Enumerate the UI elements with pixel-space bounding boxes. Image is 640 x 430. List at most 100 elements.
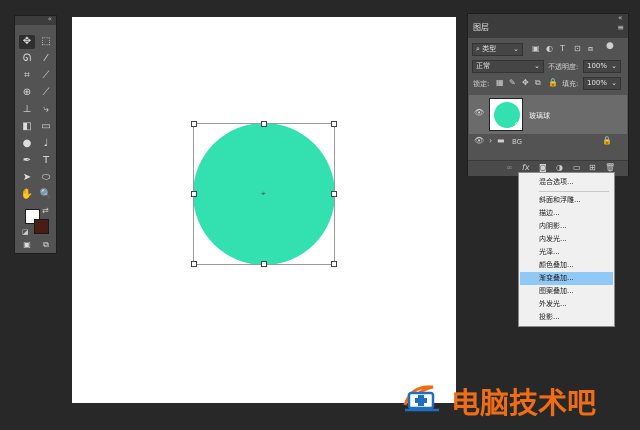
zoom-icon[interactable]: 🔍 [38, 188, 54, 202]
add-mask-icon[interactable]: ◙ [539, 163, 547, 172]
layer-row-glass-ball[interactable]: 👁 ⊡ 玻璃球 [469, 95, 627, 134]
new-layer-icon[interactable]: ⊞ [589, 163, 596, 172]
layer-name[interactable]: BG [512, 138, 522, 146]
blend-mode-value: 正常 [476, 62, 490, 70]
screen-mode-icon[interactable]: ⧉ [38, 238, 54, 252]
menu-item-color-overlay[interactable]: 颜色叠加... [520, 259, 613, 272]
layers-panel-titlebar[interactable]: « 图层 ≡ [468, 14, 628, 38]
lock-all-icon[interactable]: 🔒 [548, 78, 558, 87]
adjustment-layer-icon[interactable]: ◑ [556, 163, 563, 172]
lock-image-icon[interactable]: ✎ [509, 78, 516, 87]
menu-item-satin[interactable]: 光泽... [520, 246, 613, 259]
layers-panel: « 图层 ≡ ⌕ 类型 ⌄ ▣ ◐ T ⊡ ⧈ ● 正常 ⌄ 不透明度: 100… [467, 13, 629, 176]
opacity-value: 100% [587, 62, 608, 70]
collapse-panel-icon[interactable]: « [618, 14, 622, 22]
menu-item-blending-options[interactable]: 混合选项... [520, 176, 613, 189]
swap-colors-icon[interactable]: ⇄ [42, 206, 49, 215]
handle-bottom-center[interactable] [261, 261, 267, 267]
chevron-down-icon: ⌄ [611, 79, 617, 87]
menu-separator [539, 191, 609, 192]
watermark-text: 电脑技术吧 [451, 386, 597, 420]
new-group-icon[interactable]: ▭ [573, 163, 581, 172]
fx-button[interactable]: fx [522, 163, 530, 172]
menu-item-bevel-emboss[interactable]: 斜面和浮雕... [520, 194, 613, 207]
menu-item-stroke[interactable]: 描边... [520, 207, 613, 220]
lock-icon: 🔒 [602, 136, 612, 145]
menu-item-inner-shadow[interactable]: 内阴影... [520, 220, 613, 233]
chevron-right-icon[interactable]: › [489, 136, 492, 145]
filter-toggle-icon[interactable]: ● [606, 41, 614, 51]
layer-style-menu: 混合选项... 斜面和浮雕... 描边... 内阴影... 内发光... 光泽.… [518, 172, 615, 327]
gradient-icon[interactable]: ▭ [38, 120, 54, 134]
lock-position-icon[interactable]: ✥ [522, 78, 529, 87]
background-color[interactable] [34, 219, 49, 234]
magic-wand-icon[interactable]: ⁄ [38, 52, 54, 66]
handle-bottom-right[interactable] [331, 261, 337, 267]
menu-item-inner-glow[interactable]: 内发光... [520, 233, 613, 246]
filter-shape-icon[interactable]: ⊡ [574, 44, 581, 53]
chevron-down-icon: ⌄ [534, 62, 540, 70]
chevron-down-icon: ⌄ [513, 45, 519, 53]
eraser-icon[interactable]: ◧ [19, 120, 35, 134]
handle-middle-right[interactable] [331, 191, 337, 197]
layers-panel-title[interactable]: 图层 [473, 22, 489, 33]
opacity-label: 不透明度: [548, 63, 579, 71]
link-layers-icon[interactable]: ∞ [506, 163, 513, 172]
filter-kind-select[interactable]: ⌕ 类型 ⌄ [472, 43, 523, 56]
move-icon[interactable]: ✥ [19, 35, 35, 49]
handle-top-left[interactable] [191, 121, 197, 127]
lasso-icon[interactable]: ᘏ [19, 52, 35, 66]
marquee-icon[interactable]: ⬚ [38, 35, 54, 49]
blur-icon[interactable]: ● [19, 137, 35, 151]
menu-item-drop-shadow[interactable]: 投影... [520, 311, 613, 324]
filter-kind-value: 类型 [482, 45, 497, 53]
folder-icon: ▬ [497, 136, 505, 145]
fill-input[interactable]: 100% ⌄ [583, 77, 621, 90]
fill-value: 100% [587, 79, 608, 87]
lock-artboard-icon[interactable]: ⧉ [535, 78, 541, 88]
opacity-input[interactable]: 100% ⌄ [583, 60, 621, 73]
handle-middle-left[interactable] [191, 191, 197, 197]
handle-top-center[interactable] [261, 121, 267, 127]
filter-pixel-icon[interactable]: ▣ [532, 44, 540, 53]
filter-adjustment-icon[interactable]: ◐ [546, 44, 553, 53]
visibility-eye-icon[interactable]: 👁 [474, 108, 484, 117]
chevron-down-icon: ⌄ [611, 62, 617, 70]
layer-name[interactable]: 玻璃球 [529, 111, 550, 121]
menu-item-outer-glow[interactable]: 外发光... [520, 298, 613, 311]
delete-layer-icon[interactable]: 🗑 [605, 163, 615, 172]
lock-transparent-icon[interactable]: ▦ [496, 78, 504, 87]
eyedropper-icon[interactable]: ⟋ [38, 69, 54, 83]
brush-icon[interactable]: ⟋ [38, 86, 54, 100]
handle-top-right[interactable] [331, 121, 337, 127]
lock-label: 锁定: [473, 80, 490, 88]
pen-icon[interactable]: ✒ [19, 154, 35, 168]
collapse-icon[interactable]: « [48, 15, 52, 23]
blend-mode-select[interactable]: 正常 ⌄ [472, 60, 544, 73]
document-canvas[interactable]: ⌖ [72, 17, 456, 403]
fill-label: 填充: [562, 80, 579, 88]
panel-menu-icon[interactable]: ≡ [617, 23, 624, 32]
smart-object-badge-icon: ⊡ [515, 121, 521, 129]
path-selection-icon[interactable]: ➤ [19, 171, 35, 185]
quick-mask-icon[interactable]: ▣ [19, 238, 35, 252]
menu-item-gradient-overlay[interactable]: 渐变叠加... [520, 272, 613, 285]
visibility-eye-icon[interactable]: 👁 [474, 136, 484, 145]
search-icon: ⌕ [476, 45, 480, 53]
menu-item-pattern-overlay[interactable]: 图案叠加... [520, 285, 613, 298]
filter-smart-object-icon[interactable]: ⧈ [588, 44, 593, 54]
layer-row-bg[interactable]: 👁 › ▬ BG 🔒 [469, 135, 627, 149]
reference-point-icon[interactable]: ⌖ [261, 190, 267, 198]
filter-type-icon[interactable]: T [560, 44, 565, 53]
type-icon[interactable]: T [38, 154, 54, 168]
ellipse-icon[interactable]: ⬭ [38, 171, 54, 185]
handle-bottom-left[interactable] [191, 261, 197, 267]
history-brush-icon[interactable]: ⤷ [38, 103, 54, 117]
clone-stamp-icon[interactable]: ⊥ [19, 103, 35, 117]
default-colors-icon[interactable]: ◪ [22, 228, 29, 236]
healing-brush-icon[interactable]: ⊕ [19, 86, 35, 100]
hand-icon[interactable]: ✋ [19, 188, 35, 202]
watermark-logo-icon [403, 385, 439, 412]
dodge-icon[interactable]: ♩ [38, 137, 54, 151]
crop-icon[interactable]: ⌗ [19, 69, 35, 83]
